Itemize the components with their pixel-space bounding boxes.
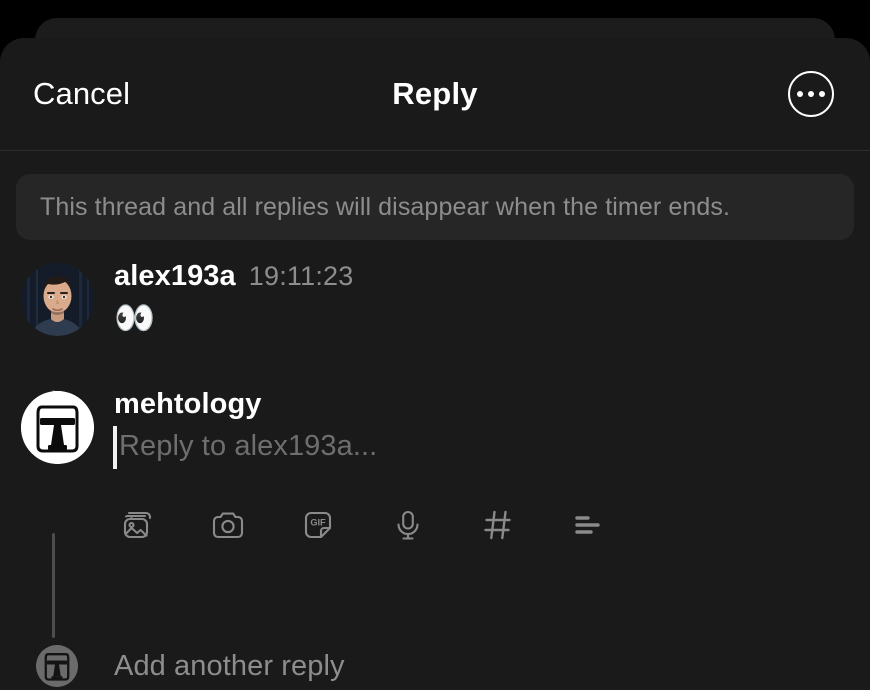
message-header: alex193a 19:11:23 [114, 260, 353, 293]
avatar-alex193a[interactable] [20, 263, 94, 336]
poll-icon[interactable] [566, 503, 610, 547]
message-username[interactable]: alex193a [114, 260, 236, 293]
add-another-reply-label[interactable]: Add another reply [114, 650, 345, 683]
thread-container: alex193a 19:11:23 👀 mehtology Reply to a… [0, 260, 870, 687]
gif-sticker-icon[interactable]: GIF [296, 503, 340, 547]
sheet-header: Cancel Reply [0, 38, 870, 151]
hashtag-icon[interactable] [476, 503, 520, 547]
add-another-reply-row[interactable]: Add another reply [0, 645, 870, 687]
text-cursor [113, 425, 117, 469]
composer-username[interactable]: mehtology [114, 388, 262, 421]
reply-sheet: Cancel Reply This thread and all replies… [0, 38, 870, 690]
message-content: 👀 [114, 299, 156, 336]
avatar-column [0, 645, 114, 687]
reply-composer: mehtology Reply to alex193a... GIF [0, 388, 870, 547]
microphone-icon[interactable] [386, 503, 430, 547]
avatar-mehtology-dimmed [36, 645, 78, 687]
attachment-toolbar: GIF [114, 503, 610, 547]
reply-input-placeholder: Reply to alex193a... [119, 430, 378, 463]
reply-input-wrapper[interactable]: Reply to alex193a... [113, 423, 610, 471]
more-dot [819, 91, 825, 97]
photo-gallery-icon[interactable] [116, 503, 160, 547]
thread-connector-line [52, 533, 55, 638]
message-timestamp: 19:11:23 [248, 261, 354, 291]
page-title: Reply [392, 76, 478, 111]
more-dot [797, 91, 803, 97]
disappearing-notice-banner: This thread and all replies will disappe… [16, 174, 854, 240]
message-body: alex193a 19:11:23 👀 [114, 260, 353, 338]
avatar-column [0, 260, 114, 336]
disappearing-notice-text: This thread and all replies will disappe… [40, 192, 730, 221]
screen: Cancel Reply This thread and all replies… [0, 0, 870, 690]
composer-body: mehtology Reply to alex193a... GIF [113, 388, 610, 547]
svg-text:GIF: GIF [310, 517, 326, 527]
avatar-column [0, 388, 114, 464]
composer-header: mehtology [114, 388, 610, 421]
more-options-icon[interactable] [788, 71, 834, 117]
more-dot [808, 91, 814, 97]
thread-message: alex193a 19:11:23 👀 [0, 260, 870, 338]
camera-icon[interactable] [206, 503, 250, 547]
avatar-mehtology[interactable] [20, 390, 94, 464]
